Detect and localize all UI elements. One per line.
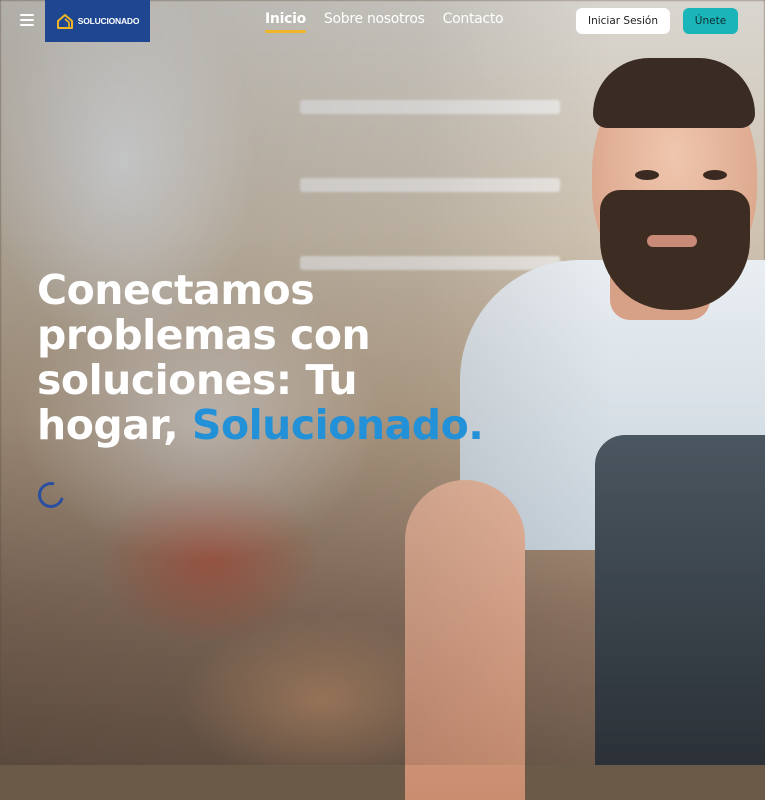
nav-link-sobre-nosotros[interactable]: Sobre nosotros	[324, 11, 425, 27]
hero-title-line: Conectamos	[37, 266, 315, 314]
nav-link-inicio[interactable]: Inicio	[265, 11, 306, 33]
nav-links: Inicio Sobre nosotros Contacto	[265, 11, 504, 33]
top-navbar: SOLUCIONADO Inicio Sobre nosotros Contac…	[0, 0, 765, 42]
logo-text: SOLUCIONADO	[77, 16, 140, 26]
hero-title: Conectamos problemas con soluciones: Tu …	[37, 268, 557, 448]
hamburger-icon[interactable]	[20, 14, 34, 26]
house-icon	[56, 14, 73, 29]
hero-title-line: soluciones: Tu	[37, 356, 358, 404]
hero-title-line: hogar,	[37, 401, 179, 449]
nav-link-contacto[interactable]: Contacto	[443, 11, 504, 27]
hero-title-line: problemas con	[37, 311, 371, 359]
join-button[interactable]: Únete	[683, 8, 738, 34]
brand-logo[interactable]: SOLUCIONADO	[45, 0, 150, 42]
login-button[interactable]: Iniciar Sesión	[576, 8, 670, 34]
hero-title-accent: Solucionado.	[191, 401, 484, 449]
